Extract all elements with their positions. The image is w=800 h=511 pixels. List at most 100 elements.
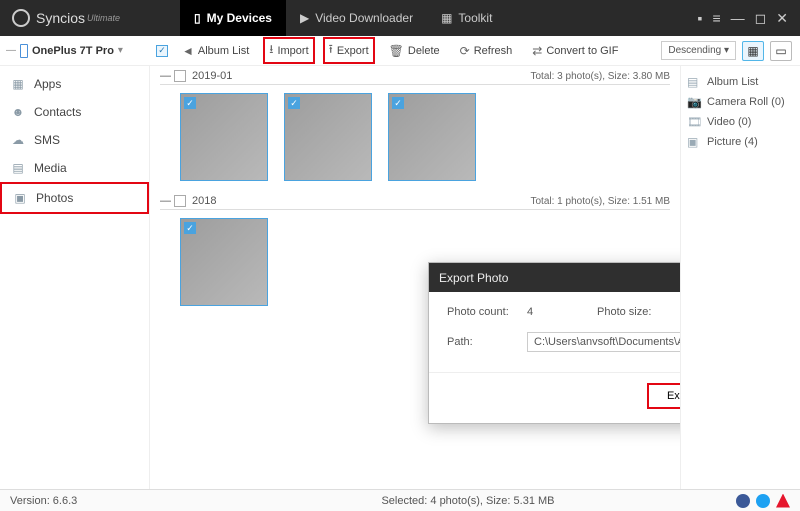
photo-toolbar: ◄Album List ⭳Import ⭱Export 🗑Delete ⟳Ref… bbox=[150, 37, 661, 64]
album-camera-roll[interactable]: 📷Camera Roll (0) bbox=[687, 92, 794, 112]
device-icon bbox=[20, 44, 28, 58]
sidenav-media[interactable]: ▤Media bbox=[0, 154, 149, 182]
photo-thumbnail[interactable]: ✓ bbox=[180, 93, 268, 181]
sidenav-apps[interactable]: ▦Apps bbox=[0, 70, 149, 98]
twitter-icon[interactable] bbox=[756, 494, 770, 508]
select-all-checkbox[interactable] bbox=[156, 45, 168, 57]
photo-count-value: 4 bbox=[527, 306, 587, 318]
album-list-root[interactable]: ▤Album List bbox=[687, 72, 794, 92]
photo-count-label: Photo count: bbox=[447, 306, 517, 318]
export-photo-dialog: Export Photo ✕ Photo count: 4 Photo size… bbox=[428, 262, 680, 424]
album-list-button[interactable]: ◄Album List bbox=[176, 41, 255, 61]
sidenav-photos[interactable]: ▣Photos bbox=[0, 182, 149, 214]
dialog-footer: Export Cancel bbox=[429, 372, 680, 423]
status-bar: Version: 6.6.3 Selected: 4 photo(s), Siz… bbox=[0, 489, 800, 511]
main-area: ▦Apps ☻Contacts ☁SMS ▤Media ▣Photos — 20… bbox=[0, 66, 800, 489]
group-header[interactable]: — 2018 Total: 1 photo(s), Size: 1.51 MB bbox=[160, 195, 670, 210]
minimize-icon[interactable]: — bbox=[731, 10, 745, 27]
photo-content: — 2019-01 Total: 3 photo(s), Size: 3.80 … bbox=[150, 66, 680, 489]
titlebar: Syncios Ultimate ▯ My Devices ▶ Video Do… bbox=[0, 0, 800, 36]
album-picture[interactable]: ▣Picture (4) bbox=[687, 132, 794, 152]
app-name: Syncios bbox=[36, 10, 85, 26]
tab-my-devices[interactable]: ▯ My Devices bbox=[180, 0, 286, 36]
sort-dropdown[interactable]: Descending ▾ bbox=[661, 41, 736, 60]
facebook-icon[interactable] bbox=[736, 494, 750, 508]
thumb-checkbox[interactable]: ✓ bbox=[184, 222, 196, 234]
refresh-button[interactable]: ⟳Refresh bbox=[454, 41, 519, 61]
view-grid-button[interactable]: ▦ bbox=[742, 41, 764, 61]
grid-icon: ▦ bbox=[441, 11, 452, 25]
thumb-checkbox[interactable]: ✓ bbox=[288, 97, 300, 109]
sidenav: ▦Apps ☻Contacts ☁SMS ▤Media ▣Photos bbox=[0, 66, 150, 489]
close-icon[interactable]: ✕ bbox=[776, 10, 788, 27]
phone-icon: ▯ bbox=[194, 11, 201, 25]
media-icon: ▤ bbox=[10, 160, 26, 176]
trash-icon: 🗑 bbox=[389, 44, 404, 58]
delete-button[interactable]: 🗑Delete bbox=[383, 41, 446, 61]
view-calendar-button[interactable]: ▭ bbox=[770, 41, 792, 61]
photo-thumbnail[interactable]: ✓ bbox=[284, 93, 372, 181]
calendar-icon: ▭ bbox=[775, 44, 786, 58]
group-header[interactable]: — 2019-01 Total: 3 photo(s), Size: 3.80 … bbox=[160, 70, 670, 85]
photos-icon: ▣ bbox=[12, 190, 28, 206]
sidenav-sms[interactable]: ☁SMS bbox=[0, 126, 149, 154]
collapse-icon[interactable]: — bbox=[160, 70, 170, 82]
menu-icon[interactable]: ≡ bbox=[712, 10, 720, 27]
import-icon: ⭳ bbox=[269, 40, 273, 61]
group-checkbox[interactable] bbox=[174, 195, 186, 207]
picture-icon: ▣ bbox=[687, 135, 701, 149]
tab-label: Toolkit bbox=[458, 11, 492, 25]
version-label: Version: 6.6.3 bbox=[0, 495, 200, 507]
weibo-icon[interactable] bbox=[776, 494, 790, 508]
photo-thumbnail[interactable]: ✓ bbox=[388, 93, 476, 181]
tab-label: My Devices bbox=[207, 11, 272, 25]
sms-icon: ☁ bbox=[10, 132, 26, 148]
refresh-icon: ⟳ bbox=[460, 44, 470, 58]
group-label: 2018 bbox=[192, 195, 530, 207]
tab-toolkit[interactable]: ▦ Toolkit bbox=[427, 0, 506, 36]
convert-icon: ⇄ bbox=[532, 44, 542, 58]
maximize-icon[interactable]: ◻ bbox=[755, 10, 767, 27]
group-checkbox[interactable] bbox=[174, 70, 186, 82]
tab-video-downloader[interactable]: ▶ Video Downloader bbox=[286, 0, 427, 36]
dialog-title: Export Photo bbox=[439, 271, 508, 285]
convert-gif-button[interactable]: ⇄Convert to GIF bbox=[526, 41, 624, 61]
album-video[interactable]: 🎞Video (0) bbox=[687, 112, 794, 132]
device-name: OnePlus 7T Pro bbox=[32, 45, 114, 57]
contacts-icon: ☻ bbox=[10, 104, 26, 120]
photo-thumbnail[interactable]: ✓ bbox=[180, 218, 268, 306]
sidenav-contacts[interactable]: ☻Contacts bbox=[0, 98, 149, 126]
selection-status: Selected: 4 photo(s), Size: 5.31 MB bbox=[200, 495, 736, 507]
photo-size-label: Photo size: bbox=[597, 306, 677, 318]
import-button[interactable]: ⭳Import bbox=[263, 37, 314, 64]
syncios-logo-icon bbox=[12, 9, 30, 27]
photo-group: — 2019-01 Total: 3 photo(s), Size: 3.80 … bbox=[150, 66, 680, 191]
group-meta: Total: 1 photo(s), Size: 1.51 MB bbox=[530, 196, 670, 207]
main-tabs: ▯ My Devices ▶ Video Downloader ▦ Toolki… bbox=[180, 0, 506, 36]
export-icon: ⭱ bbox=[329, 40, 333, 61]
chevron-left-icon: — bbox=[6, 45, 16, 56]
thumb-checkbox[interactable]: ✓ bbox=[392, 97, 404, 109]
device-selector[interactable]: — OnePlus 7T Pro ▾ bbox=[0, 44, 150, 58]
tab-label: Video Downloader bbox=[315, 11, 413, 25]
device-toolbar-row: — OnePlus 7T Pro ▾ ◄Album List ⭳Import ⭱… bbox=[0, 36, 800, 66]
group-label: 2019-01 bbox=[192, 70, 530, 82]
dialog-export-button[interactable]: Export bbox=[647, 383, 680, 409]
album-list-panel: ▤Album List 📷Camera Roll (0) 🎞Video (0) … bbox=[680, 66, 800, 489]
chevron-down-icon: ▾ bbox=[118, 45, 123, 56]
export-button[interactable]: ⭱Export bbox=[323, 37, 375, 64]
feedback-icon[interactable]: ▪ bbox=[698, 10, 703, 27]
back-arrow-icon: ◄ bbox=[182, 44, 194, 58]
video-icon: 🎞 bbox=[687, 115, 701, 129]
group-meta: Total: 3 photo(s), Size: 3.80 MB bbox=[530, 71, 670, 82]
list-icon: ▤ bbox=[687, 75, 701, 89]
play-icon: ▶ bbox=[300, 11, 309, 25]
path-input[interactable] bbox=[527, 332, 680, 352]
thumb-checkbox[interactable]: ✓ bbox=[184, 97, 196, 109]
window-controls: ▪ ≡ — ◻ ✕ bbox=[698, 10, 800, 27]
collapse-icon[interactable]: — bbox=[160, 195, 170, 207]
dialog-body: Photo count: 4 Photo size: 5.31 MB Path:… bbox=[429, 292, 680, 372]
app-edition: Ultimate bbox=[87, 13, 120, 23]
dialog-titlebar: Export Photo ✕ bbox=[429, 263, 680, 292]
apps-icon: ▦ bbox=[10, 76, 26, 92]
